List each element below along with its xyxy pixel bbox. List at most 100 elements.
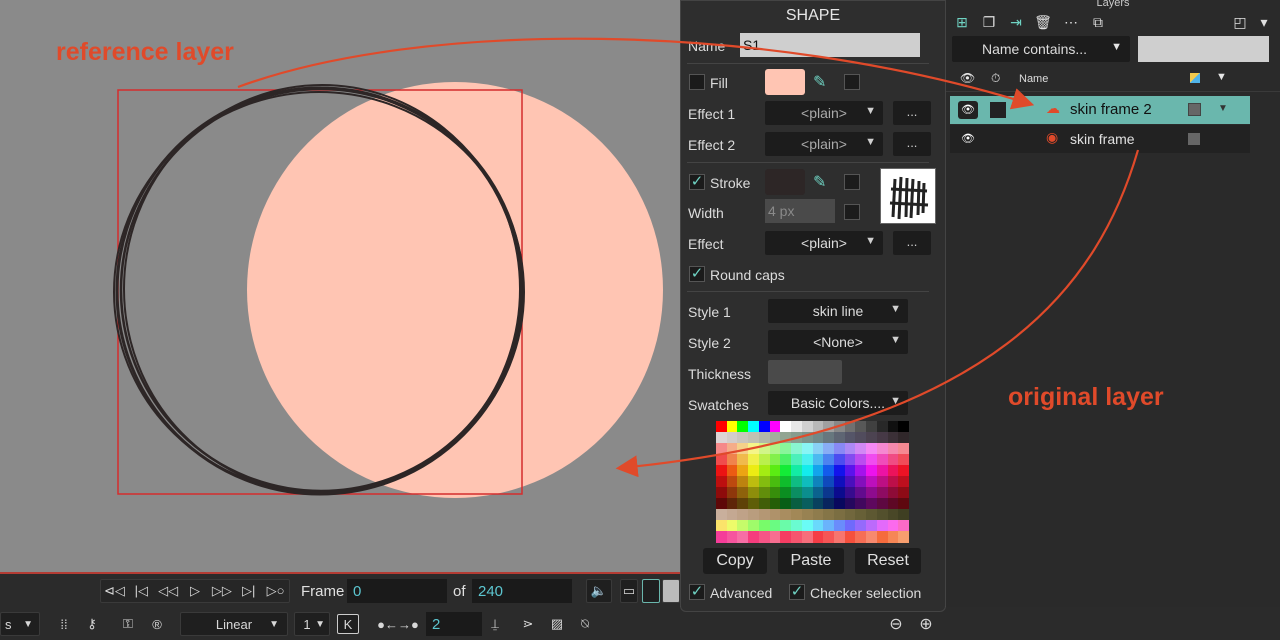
palette-swatch[interactable] [833, 531, 846, 543]
palette-swatch[interactable] [801, 465, 813, 477]
palette-swatch[interactable] [823, 509, 835, 521]
prev-key-icon[interactable]: |◁ [128, 583, 155, 599]
palette-swatch[interactable] [833, 487, 846, 499]
stroke-swap-swatch[interactable] [844, 174, 860, 190]
brush-preview[interactable] [880, 168, 936, 224]
interpolation-dropdown[interactable]: Linear ▼ [180, 612, 288, 636]
palette-swatch[interactable] [887, 465, 899, 477]
group-layer-icon[interactable]: ◰ [1229, 12, 1251, 32]
palette-swatch[interactable] [801, 476, 813, 488]
palette-swatch[interactable] [812, 421, 824, 433]
visibility-eye-icon[interactable]: 👁 [958, 101, 978, 119]
zoom-out-icon[interactable]: ⊖ [884, 612, 908, 636]
palette-swatch[interactable] [823, 421, 835, 433]
palette-swatch[interactable] [866, 432, 878, 444]
palette-swatch[interactable] [726, 421, 738, 433]
step-dropdown[interactable]: 1 ▼ [294, 612, 330, 636]
palette-swatch[interactable] [887, 432, 899, 444]
frame-step-icon[interactable]: ●←→● [370, 612, 426, 636]
step-forward-icon[interactable]: ▷▷ [208, 583, 235, 599]
palette-swatch[interactable] [855, 421, 867, 433]
palette-swatch[interactable] [780, 421, 792, 433]
palette-swatch[interactable] [866, 520, 878, 532]
palette-swatch[interactable] [726, 454, 738, 466]
palette-swatch[interactable] [812, 487, 824, 499]
palette-swatch[interactable] [801, 520, 813, 532]
palette-swatch[interactable] [726, 520, 738, 532]
palette-swatch[interactable] [833, 465, 846, 477]
palette-swatch[interactable] [898, 443, 910, 455]
palette-swatch[interactable] [844, 443, 856, 455]
style2-dropdown[interactable]: <None> ▼ [768, 330, 908, 354]
palette-swatch[interactable] [726, 531, 738, 543]
palette-swatch[interactable] [716, 476, 728, 488]
palette-swatch[interactable] [866, 509, 878, 521]
palette-swatch[interactable] [823, 443, 835, 455]
checker-selection-checkbox[interactable]: ✓ [789, 584, 805, 600]
palette-swatch[interactable] [887, 509, 899, 521]
palette-swatch[interactable] [898, 487, 910, 499]
effect1-more-button[interactable]: ... [893, 101, 931, 125]
palette-swatch[interactable] [791, 443, 803, 455]
palette-swatch[interactable] [737, 432, 749, 444]
palette-swatch[interactable] [833, 421, 846, 433]
fill-checkbox[interactable] [689, 74, 705, 90]
palette-swatch[interactable] [855, 520, 867, 532]
layer-row-skin-frame[interactable]: 👁 ◉ skin frame [950, 125, 1250, 153]
palette-swatch[interactable] [887, 487, 899, 499]
palette-swatch[interactable] [855, 432, 867, 444]
layer-row-skin-frame-2[interactable]: 👁 ☁ skin frame 2 ▼ [950, 96, 1250, 124]
palette-swatch[interactable] [898, 421, 910, 433]
palette-swatch[interactable] [780, 432, 792, 444]
mode-dropdown[interactable]: s ▼ [0, 612, 40, 636]
palette-swatch[interactable] [823, 520, 835, 532]
palette-swatch[interactable] [844, 487, 856, 499]
width-toggle[interactable] [844, 204, 860, 220]
palette-swatch[interactable] [844, 476, 856, 488]
palette-swatch[interactable] [812, 509, 824, 521]
palette-swatch[interactable] [726, 487, 738, 499]
palette-swatch[interactable] [791, 454, 803, 466]
palette-swatch[interactable] [780, 465, 792, 477]
palette-swatch[interactable] [898, 465, 910, 477]
palette-swatch[interactable] [812, 498, 824, 510]
palette-swatch[interactable] [769, 454, 781, 466]
palette-swatch[interactable] [866, 454, 878, 466]
palette-swatch[interactable] [780, 454, 792, 466]
palette-swatch[interactable] [833, 432, 846, 444]
palette-swatch[interactable] [844, 509, 856, 521]
palette-swatch[interactable] [748, 454, 760, 466]
eyedropper-icon[interactable]: ✎ [813, 172, 833, 192]
palette-swatch[interactable] [791, 498, 803, 510]
advanced-checkbox[interactable]: ✓ [689, 584, 705, 600]
palette-swatch[interactable] [855, 509, 867, 521]
palette-swatch[interactable] [716, 454, 728, 466]
palette-swatch[interactable] [726, 498, 738, 510]
palette-swatch[interactable] [726, 432, 738, 444]
layer-color-box[interactable] [1188, 133, 1200, 145]
palette-swatch[interactable] [716, 531, 728, 543]
zoom-in-icon[interactable]: ⊕ [914, 612, 938, 636]
shape-name-input[interactable]: S1 [740, 33, 920, 57]
palette-swatch[interactable] [726, 465, 738, 477]
palette-swatch[interactable] [769, 520, 781, 532]
keyframe-toggle[interactable]: K [337, 614, 359, 634]
palette-swatch[interactable] [844, 465, 856, 477]
filter-dropdown[interactable]: Name contains... ▼ [952, 36, 1130, 62]
palette-swatch[interactable] [769, 498, 781, 510]
stroke-color-swatch[interactable] [765, 169, 805, 195]
new-layer-icon[interactable]: ⊞ [951, 12, 973, 32]
palette-swatch[interactable] [866, 465, 878, 477]
palette-swatch[interactable] [801, 487, 813, 499]
palette-swatch[interactable] [876, 465, 889, 477]
palette-swatch[interactable] [758, 454, 771, 466]
palette-swatch[interactable] [866, 476, 878, 488]
palette-swatch[interactable] [769, 487, 781, 499]
palette-swatch[interactable] [737, 443, 749, 455]
palette-swatch[interactable] [737, 476, 749, 488]
chevron-down-icon[interactable]: ▼ [1218, 103, 1228, 114]
palette-swatch[interactable] [855, 476, 867, 488]
palette-swatch[interactable] [769, 476, 781, 488]
checker-icon[interactable] [662, 579, 680, 603]
palette-swatch[interactable] [791, 520, 803, 532]
